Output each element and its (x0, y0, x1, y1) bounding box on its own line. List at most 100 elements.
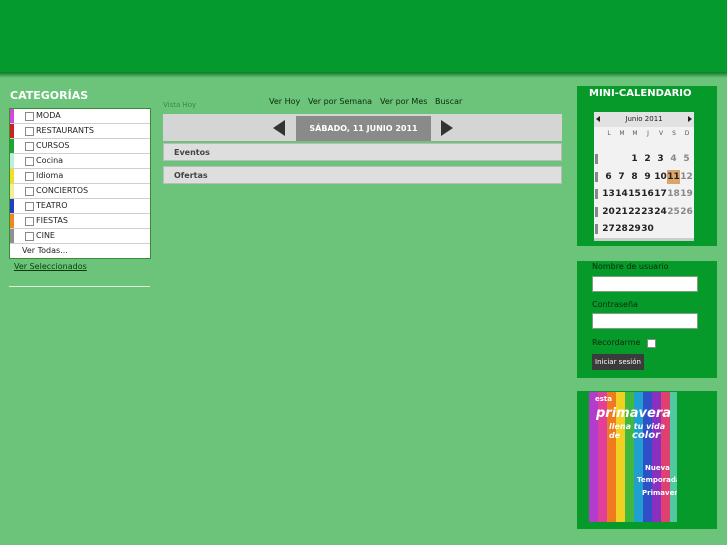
calendar-day[interactable]: 6 (602, 170, 615, 184)
mini-calendar-month: Junio 2011 (625, 115, 663, 123)
category-color (10, 199, 14, 213)
calendar-day[interactable]: 23 (641, 205, 654, 219)
calendar-day[interactable]: 29 (628, 222, 641, 236)
calendar-week-row: 12345 (594, 152, 694, 166)
ofertas-section[interactable]: Ofertas (163, 166, 562, 184)
calendar-day[interactable]: 12 (680, 170, 693, 184)
nav-ver-semana[interactable]: Ver por Semana (308, 97, 372, 106)
category-checkbox[interactable] (25, 142, 34, 151)
date-navigation-bar: SÁBADO, 11 JUNIO 2011 (163, 114, 562, 141)
calendar-day[interactable]: 22 (628, 205, 641, 219)
current-date: SÁBADO, 11 JUNIO 2011 (296, 116, 431, 141)
ad-text: esta (595, 395, 612, 403)
ad-text: Primavera (642, 489, 677, 497)
next-day-arrow-icon[interactable] (441, 120, 453, 136)
category-item-conciertos[interactable]: CONCIERTOS (10, 184, 150, 199)
ad-text: Nueva (645, 464, 670, 472)
calendar-day[interactable]: 8 (628, 170, 641, 184)
remember-checkbox[interactable] (647, 339, 656, 348)
eventos-section[interactable]: Eventos (163, 143, 562, 161)
category-color (10, 154, 14, 168)
calendar-day[interactable]: 4 (667, 152, 680, 166)
spring-ad-banner[interactable]: esta primavera llena tu vida de color Nu… (589, 392, 677, 522)
password-input[interactable] (592, 313, 698, 329)
calendar-day[interactable]: 2 (641, 152, 654, 166)
nav-ver-hoy[interactable]: Ver Hoy (269, 97, 300, 106)
next-month-arrow-icon[interactable] (688, 116, 692, 122)
day-of-week-label: V (658, 130, 664, 137)
category-item-moda[interactable]: MODA (10, 109, 150, 124)
category-checkbox[interactable] (25, 172, 34, 181)
week-marker[interactable] (595, 206, 598, 217)
mini-calendar-title: MINI-CALENDARIO (589, 88, 692, 99)
category-checkbox[interactable] (25, 127, 34, 136)
nav-buscar[interactable]: Buscar (435, 97, 462, 106)
calendar-day[interactable]: 26 (680, 205, 693, 219)
calendar-day[interactable]: 21 (615, 205, 628, 219)
login-button[interactable]: Iniciar sesión (592, 354, 644, 370)
calendar-day[interactable]: 5 (680, 152, 693, 166)
calendar-week-row: 6 7 8 9 10 11 12 (594, 169, 694, 184)
nav-ver-mes[interactable]: Ver por Mes (380, 97, 427, 106)
category-item-cine[interactable]: CINE (10, 229, 150, 244)
calendar-day[interactable]: 14 (615, 187, 628, 201)
category-item-cursos[interactable]: CURSOS (10, 139, 150, 154)
calendar-day[interactable]: 3 (654, 152, 667, 166)
view-all-categories[interactable]: Ver Todas... (10, 244, 150, 258)
prev-month-arrow-icon[interactable] (596, 116, 600, 122)
ad-color-stripe (670, 392, 677, 522)
category-checkbox[interactable] (25, 217, 34, 226)
vista-hoy-label[interactable]: Vista Hoy (163, 101, 196, 109)
calendar-day[interactable]: 13 (602, 187, 615, 201)
calendar-day[interactable]: 11 (667, 169, 680, 184)
calendar-day[interactable]: 7 (615, 170, 628, 184)
calendar-day[interactable]: 27 (602, 222, 615, 236)
username-label: Nombre de usuario (592, 262, 669, 271)
week-marker[interactable] (595, 224, 598, 234)
category-color (10, 184, 14, 198)
category-color (10, 124, 14, 138)
category-label: FIESTAS (36, 216, 68, 225)
mini-calendar-header: Junio 2011 (594, 112, 694, 127)
day-of-week-label: L (607, 130, 611, 137)
calendar-day[interactable]: 18 (667, 187, 680, 201)
category-item-cocina[interactable]: Cocina (10, 154, 150, 169)
category-label: MODA (36, 111, 61, 120)
categories-list: MODA RESTAURANTS CURSOS Cocina Idioma CO… (9, 108, 151, 259)
week-marker[interactable] (595, 189, 598, 199)
category-label: RESTAURANTS (36, 126, 94, 135)
category-checkbox[interactable] (25, 112, 34, 121)
calendar-day[interactable]: 16 (641, 187, 654, 201)
category-checkbox[interactable] (25, 232, 34, 241)
calendar-day[interactable]: 28 (615, 222, 628, 236)
calendar-day[interactable]: 20 (602, 205, 615, 219)
category-item-idioma[interactable]: Idioma (10, 169, 150, 184)
day-of-week-label: D (684, 130, 690, 137)
category-checkbox[interactable] (25, 202, 34, 211)
category-color (10, 109, 14, 123)
calendar-day[interactable]: 30 (641, 222, 654, 236)
week-marker[interactable] (595, 171, 598, 182)
calendar-day[interactable]: 25 (667, 205, 680, 219)
category-checkbox[interactable] (25, 157, 34, 166)
calendar-day[interactable]: 9 (641, 170, 654, 184)
ad-text: Temporada (637, 476, 677, 484)
calendar-day[interactable]: 24 (654, 205, 667, 219)
calendar-day[interactable]: 17 (654, 187, 667, 201)
username-input[interactable] (592, 276, 698, 292)
day-of-week-label: M (619, 130, 625, 137)
ad-text: color (632, 430, 661, 441)
category-checkbox[interactable] (25, 187, 34, 196)
day-of-week-label: J (647, 130, 649, 137)
calendar-day[interactable]: 10 (654, 170, 667, 184)
category-item-restaurants[interactable]: RESTAURANTS (10, 124, 150, 139)
calendar-day[interactable]: 15 (628, 187, 641, 201)
prev-day-arrow-icon[interactable] (273, 120, 285, 136)
view-selected-link[interactable]: Ver Seleccionados (14, 262, 87, 271)
calendar-day[interactable]: 19 (680, 187, 693, 201)
category-item-fiestas[interactable]: FIESTAS (10, 214, 150, 229)
password-label: Contraseña (592, 300, 638, 309)
calendar-day[interactable]: 1 (628, 152, 641, 166)
category-item-teatro[interactable]: TEATRO (10, 199, 150, 214)
week-marker[interactable] (595, 154, 598, 164)
